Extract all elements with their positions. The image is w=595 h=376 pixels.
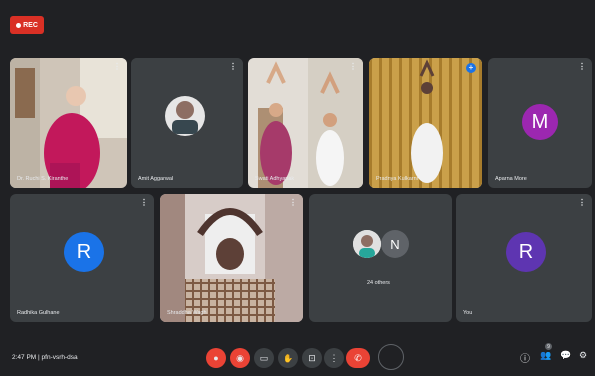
captions-icon: ▭ (259, 352, 269, 363)
participant-tile-you[interactable]: R ⋮ You (456, 194, 592, 322)
chat-icon[interactable]: 💬 (560, 350, 571, 361)
avatar: R (506, 232, 546, 272)
present-icon: ⊡ (308, 352, 316, 363)
participant-tile-shraddha[interactable]: ⋮ Shraddha Wagh (160, 194, 303, 322)
people-icon[interactable]: 👥 9 (540, 343, 552, 361)
participant-tile-others[interactable]: N 24 others (309, 194, 452, 322)
avatar: M (522, 104, 558, 140)
participant-video (131, 58, 243, 188)
meet-window: REC ⋮ Dr. Ruchi S. Kiranthe ⋮ Amit Aggar… (0, 0, 595, 376)
present-button[interactable]: ⊡ (302, 348, 322, 368)
activities-icon[interactable]: ⚙ (579, 350, 587, 361)
participant-video (160, 194, 303, 322)
control-bar: 2:47 PM | pfn-vsrh-dsa ● ◉ ▭ ✋ ⊡ ⋮ ✆ ⓘ 👥 (0, 340, 595, 376)
camera-off-icon: ◉ (236, 352, 244, 363)
participant-name: Radhika Gulhane (17, 310, 60, 316)
participant-video (10, 58, 127, 188)
camera-button[interactable]: ◉ (230, 348, 250, 368)
more-options-icon[interactable]: ⋮ (229, 63, 237, 71)
meeting-time-code: 2:47 PM | pfn-vsrh-dsa (12, 354, 78, 361)
participant-count-badge: 9 (545, 343, 552, 350)
participant-tile-radhika[interactable]: R ⋮ Radhika Gulhane (10, 194, 154, 322)
participant-name: 24 others (367, 280, 390, 286)
participant-name: You (463, 310, 473, 316)
clock-time: 2:47 PM (12, 354, 37, 361)
participant-name: Aparna More (495, 176, 527, 182)
more-options-icon[interactable]: ⋮ (578, 199, 586, 207)
mic-off-icon: ● (213, 353, 219, 363)
recording-badge: REC (10, 16, 44, 34)
raise-hand-button[interactable]: ✋ (278, 348, 298, 368)
avatar: R (64, 232, 104, 272)
participant-tile-ruchi[interactable]: ⋮ Dr. Ruchi S. Kiranthe (10, 58, 127, 188)
cursor-indicator (378, 344, 404, 370)
participant-name: Swati Adhyapak (255, 176, 295, 182)
participant-name: Shraddha Wagh (167, 310, 207, 316)
more-vertical-icon: ⋮ (329, 352, 339, 363)
hand-icon: ✋ (283, 353, 293, 363)
more-options-icon[interactable]: ⋮ (578, 63, 586, 71)
participant-tile-aparna[interactable]: M ⋮ Aparna More (488, 58, 592, 188)
info-icon[interactable]: ⓘ (520, 350, 530, 365)
end-call-icon: ✆ (354, 352, 362, 363)
more-options-icon[interactable]: ⋮ (140, 199, 148, 207)
participant-tile-pradnya[interactable]: + Pradnya Kulkarni (369, 58, 482, 188)
participant-video (248, 58, 363, 188)
participant-name: Dr. Ruchi S. Kiranthe (17, 176, 69, 182)
meeting-code: pfn-vsrh-dsa (41, 354, 78, 361)
more-options-icon[interactable]: ⋮ (349, 63, 357, 71)
avatar: N (381, 230, 409, 258)
recording-dot-icon (16, 22, 22, 28)
participant-tile-swati[interactable]: ⋮ Swati Adhyapak (248, 58, 363, 188)
pin-icon[interactable]: + (466, 63, 476, 73)
end-call-button[interactable]: ✆ (346, 348, 370, 368)
participant-video (369, 58, 482, 188)
recording-label: REC (23, 21, 38, 29)
participant-tile-amit[interactable]: ⋮ Amit Aggarwal (131, 58, 243, 188)
other-participant-avatar (353, 230, 381, 258)
captions-button[interactable]: ▭ (254, 348, 274, 368)
more-options-icon[interactable]: ⋮ (289, 199, 297, 207)
people-glyph: 👥 (540, 350, 552, 360)
mic-button[interactable]: ● (206, 348, 226, 368)
more-options-button[interactable]: ⋮ (324, 348, 344, 368)
participant-name: Amit Aggarwal (138, 176, 174, 182)
participant-name: Pradnya Kulkarni (376, 176, 418, 182)
more-options-icon[interactable]: ⋮ (113, 63, 121, 71)
